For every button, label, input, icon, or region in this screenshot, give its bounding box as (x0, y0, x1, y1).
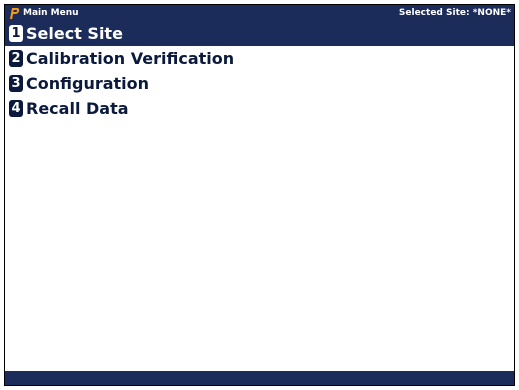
menu-number-badge: 3 (9, 75, 23, 92)
title-bar: Main Menu Selected Site: *NONE* (5, 5, 514, 21)
menu-item-configuration[interactable]: 3 Configuration (5, 71, 514, 96)
main-menu-list: 1 Select Site 2 Calibration Verification… (5, 21, 514, 121)
menu-item-label: Configuration (26, 74, 150, 93)
selected-site-status: Selected Site: *NONE* (399, 5, 511, 21)
menu-number-badge: 4 (9, 100, 23, 117)
menu-item-calibration-verification[interactable]: 2 Calibration Verification (5, 46, 514, 71)
menu-item-label: Calibration Verification (26, 49, 235, 68)
selected-site-value: *NONE* (472, 8, 511, 18)
menu-number-badge: 2 (9, 50, 23, 67)
status-bar (5, 371, 514, 385)
menu-item-select-site[interactable]: 1 Select Site (5, 21, 514, 46)
menu-item-label: Select Site (26, 24, 123, 43)
p-logo-icon (10, 8, 20, 19)
menu-item-label: Recall Data (26, 99, 129, 118)
device-screen: Main Menu Selected Site: *NONE* 1 Select… (4, 4, 515, 386)
selected-site-label: Selected Site: (398, 8, 470, 18)
menu-item-recall-data[interactable]: 4 Recall Data (5, 96, 514, 121)
menu-number-badge: 1 (9, 25, 23, 42)
window-title: Main Menu (23, 8, 79, 18)
